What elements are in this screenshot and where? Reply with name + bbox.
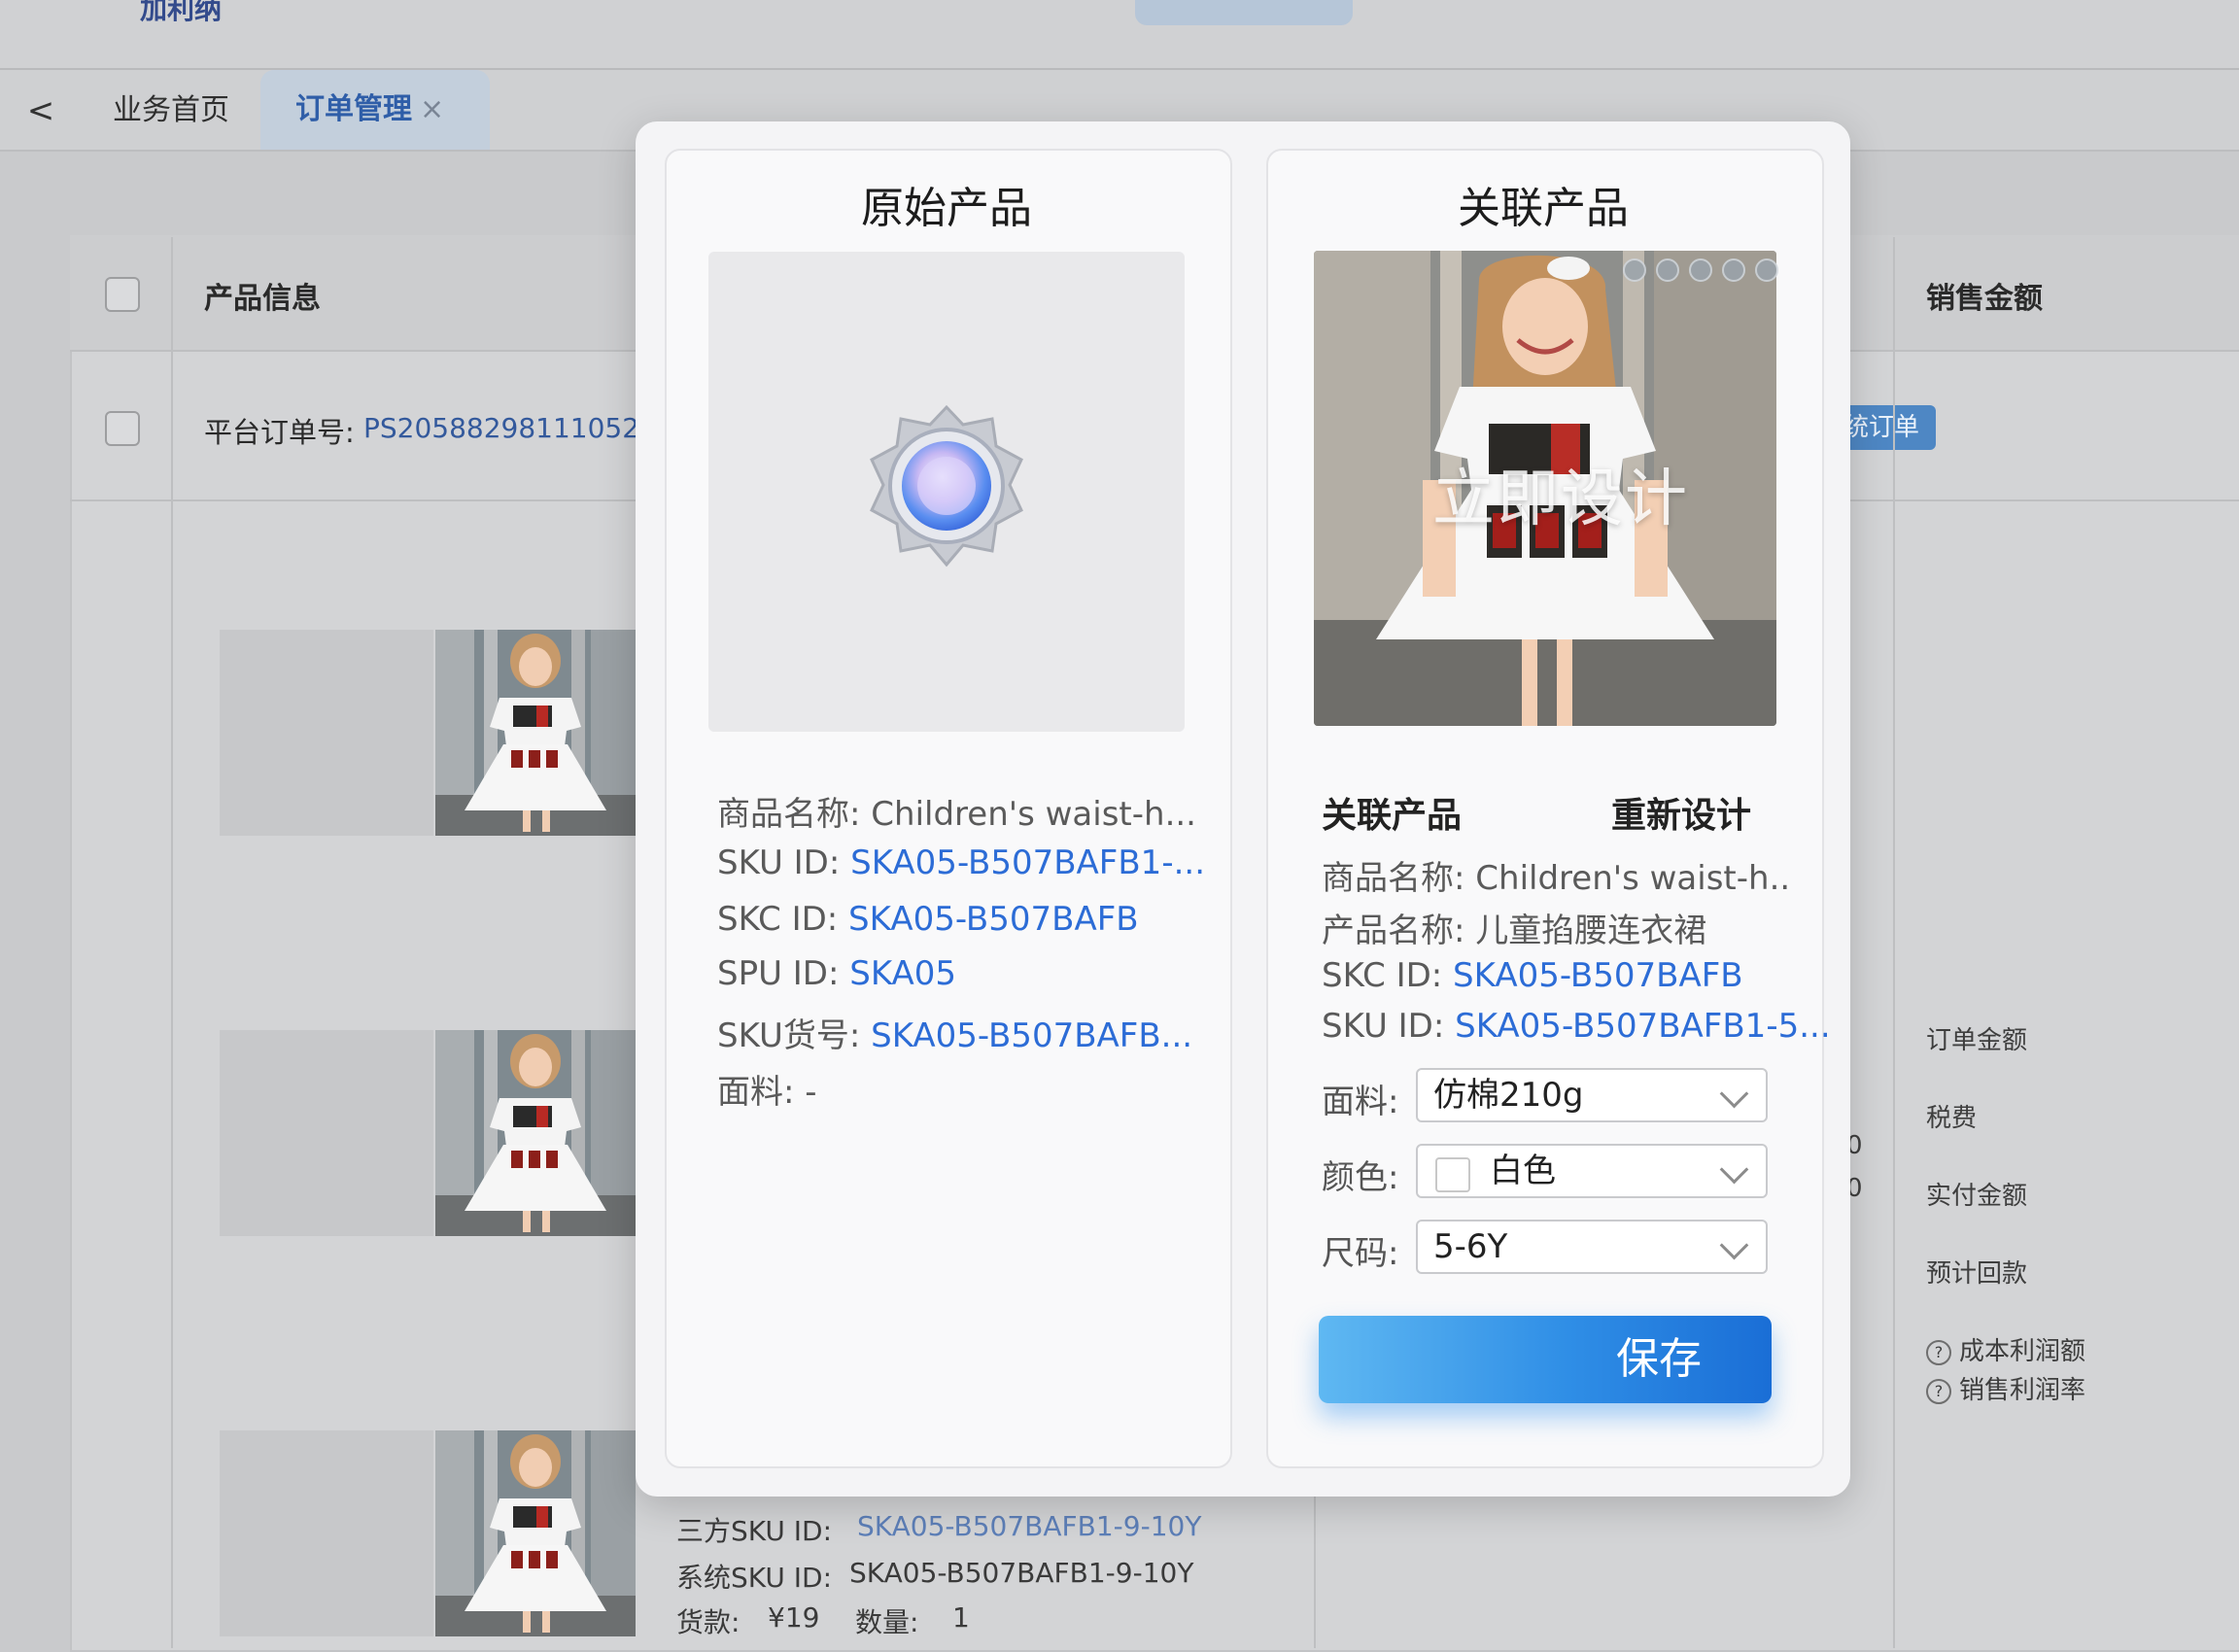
thumb-placeholder [220, 1030, 433, 1236]
expected-payback-label: 预计回款 [1926, 1259, 2028, 1289]
help-icon[interactable]: ? [1926, 1339, 1951, 1365]
fabric-select[interactable]: 仿棉210g [1416, 1068, 1768, 1122]
third-sku-value[interactable]: SKA05-B507BAFB1-9-10Y [857, 1510, 1201, 1542]
original-sku-number-row: SKU货号: SKA05-B507BAFB... [717, 1009, 1192, 1056]
original-sku-label: SKU ID: [717, 843, 841, 882]
product-thumbnail[interactable] [435, 1030, 636, 1236]
linked-name-label: 商品名称: [1322, 859, 1465, 898]
column-divider [1314, 1497, 1316, 1648]
original-fabric-value: - [805, 1073, 817, 1112]
linked-sku-row: SKU ID: SKA05-B507BAFB1-5... [1322, 1007, 1831, 1046]
original-skc-value[interactable]: SKA05-B507BAFB [848, 900, 1139, 939]
sales-profit-rate-label: 销售利润率 [1959, 1376, 2086, 1405]
fabric-select-value: 仿棉210g [1433, 1076, 1584, 1115]
system-sku-value: SKA05-B507BAFB1-9-10Y [849, 1557, 1194, 1589]
carousel-dot[interactable] [1722, 258, 1745, 282]
paid-amount-label: 实付金额 [1926, 1182, 2028, 1211]
color-swatch [1435, 1157, 1470, 1192]
sales-profit-row: ? 销售利润率 [1926, 1370, 2085, 1406]
color-label: 颜色: [1322, 1158, 1399, 1197]
quantity-value: 1 [952, 1601, 970, 1634]
order-checkbox[interactable] [105, 411, 140, 446]
linked-product-title: 关联产品 [1458, 184, 1629, 233]
header-product-info: 产品信息 [204, 282, 321, 316]
tab-order-management-label: 订单管理 [295, 92, 412, 126]
order-amount-label: 订单金额 [1926, 1026, 2028, 1055]
original-name-label: 商品名称: [717, 795, 861, 834]
original-spu-row: SPU ID: SKA05 [717, 954, 956, 993]
tab-close-icon[interactable]: × [420, 92, 444, 126]
top-nav-active-pill[interactable] [1135, 0, 1353, 25]
tax-label: 税费 [1926, 1104, 1978, 1133]
original-name-value: Children's waist-h... [871, 795, 1196, 834]
third-sku-label: 三方SKU ID: [676, 1515, 833, 1547]
price-value: ¥19 [768, 1601, 820, 1634]
platform-order-number[interactable]: PS205882981110521 [363, 412, 657, 444]
original-sku-number-value[interactable]: SKA05-B507BAFB... [871, 1016, 1192, 1055]
price-label: 货款: [676, 1606, 741, 1638]
color-select-value: 白色 [1490, 1152, 1556, 1190]
linked-skc-value[interactable]: SKA05-B507BAFB [1453, 956, 1743, 995]
original-sku-row: SKU ID: SKA05-B507BAFB1-... [717, 843, 1205, 882]
original-skc-row: SKC ID: SKA05-B507BAFB [717, 900, 1139, 939]
original-name-row: 商品名称: Children's waist-h... [717, 787, 1196, 835]
platform-order-label: 平台订单号: [204, 416, 355, 449]
column-divider [1893, 237, 1895, 350]
original-sku-number-label: SKU货号: [717, 1016, 861, 1055]
linked-sku-label: SKU ID: [1322, 1007, 1445, 1046]
help-icon[interactable]: ? [1926, 1378, 1951, 1404]
tab-business-home[interactable]: 业务首页 [93, 74, 249, 148]
linked-name-value: Children's waist-h.. [1475, 859, 1791, 898]
carousel-dot[interactable] [1623, 258, 1646, 282]
select-all-checkbox[interactable] [105, 277, 140, 312]
original-spu-label: SPU ID: [717, 954, 840, 993]
linked-section-label: 关联产品 [1322, 796, 1463, 836]
quantity-label: 数量: [855, 1606, 919, 1638]
product-thumbnail[interactable] [435, 630, 636, 836]
carousel-dot[interactable] [1656, 258, 1679, 282]
product-thumbnail[interactable] [435, 1430, 636, 1636]
chevron-down-icon [1719, 1230, 1749, 1260]
chevron-down-icon [1719, 1154, 1749, 1185]
color-select[interactable]: 白色 [1416, 1144, 1768, 1198]
linked-product-name-row: 产品名称: 儿童掐腰连衣裙 [1322, 904, 1706, 951]
back-button[interactable]: < [21, 89, 60, 132]
fabric-label: 面料: [1322, 1083, 1399, 1121]
linked-product-name-value: 儿童掐腰连衣裙 [1475, 912, 1707, 950]
original-image-loading [708, 252, 1185, 732]
top-bar [0, 0, 2239, 70]
original-fabric-label: 面料: [717, 1073, 795, 1112]
thumb-placeholder [220, 1430, 433, 1636]
save-button[interactable]: 保存 [1319, 1316, 1772, 1403]
linked-skc-label: SKC ID: [1322, 956, 1443, 995]
original-skc-label: SKC ID: [717, 900, 839, 939]
loading-spinner-icon [870, 404, 1023, 568]
linked-skc-row: SKC ID: SKA05-B507BAFB [1322, 956, 1743, 995]
app-logo: 加利纳 [140, 0, 223, 25]
original-product-title: 原始产品 [861, 184, 1032, 233]
cost-profit-row: ? 成本利润额 [1926, 1331, 2085, 1367]
linked-product-name-label: 产品名称: [1322, 912, 1465, 950]
image-carousel-dots [1613, 258, 1778, 286]
size-label: 尺码: [1322, 1234, 1399, 1273]
carousel-dot[interactable] [1689, 258, 1712, 282]
carousel-dot[interactable] [1755, 258, 1778, 282]
tab-order-management[interactable]: 订单管理 × [260, 70, 490, 150]
cost-profit-label: 成本利润额 [1959, 1337, 2086, 1366]
design-now-overlay[interactable]: 立即设计 [1432, 449, 1689, 538]
redesign-button[interactable]: 重新设计 [1611, 787, 1751, 838]
linked-sku-value[interactable]: SKA05-B507BAFB1-5... [1455, 1007, 1831, 1046]
save-button-label: 保存 [1616, 1334, 1702, 1384]
thumb-placeholder [220, 630, 433, 836]
chevron-down-icon [1719, 1079, 1749, 1109]
size-select[interactable]: 5-6Y [1416, 1220, 1768, 1274]
original-fabric-row: 面料: - [717, 1065, 817, 1113]
header-sales-amount: 销售金额 [1926, 282, 2043, 316]
original-sku-value[interactable]: SKA05-B507BAFB1-... [850, 843, 1205, 882]
size-select-value: 5-6Y [1433, 1227, 1508, 1266]
original-spu-value[interactable]: SKA05 [849, 954, 956, 993]
system-sku-label: 系统SKU ID: [676, 1562, 833, 1594]
column-divider [1893, 352, 1895, 1648]
linked-name-row: 商品名称: Children's waist-h.. [1322, 851, 1790, 899]
